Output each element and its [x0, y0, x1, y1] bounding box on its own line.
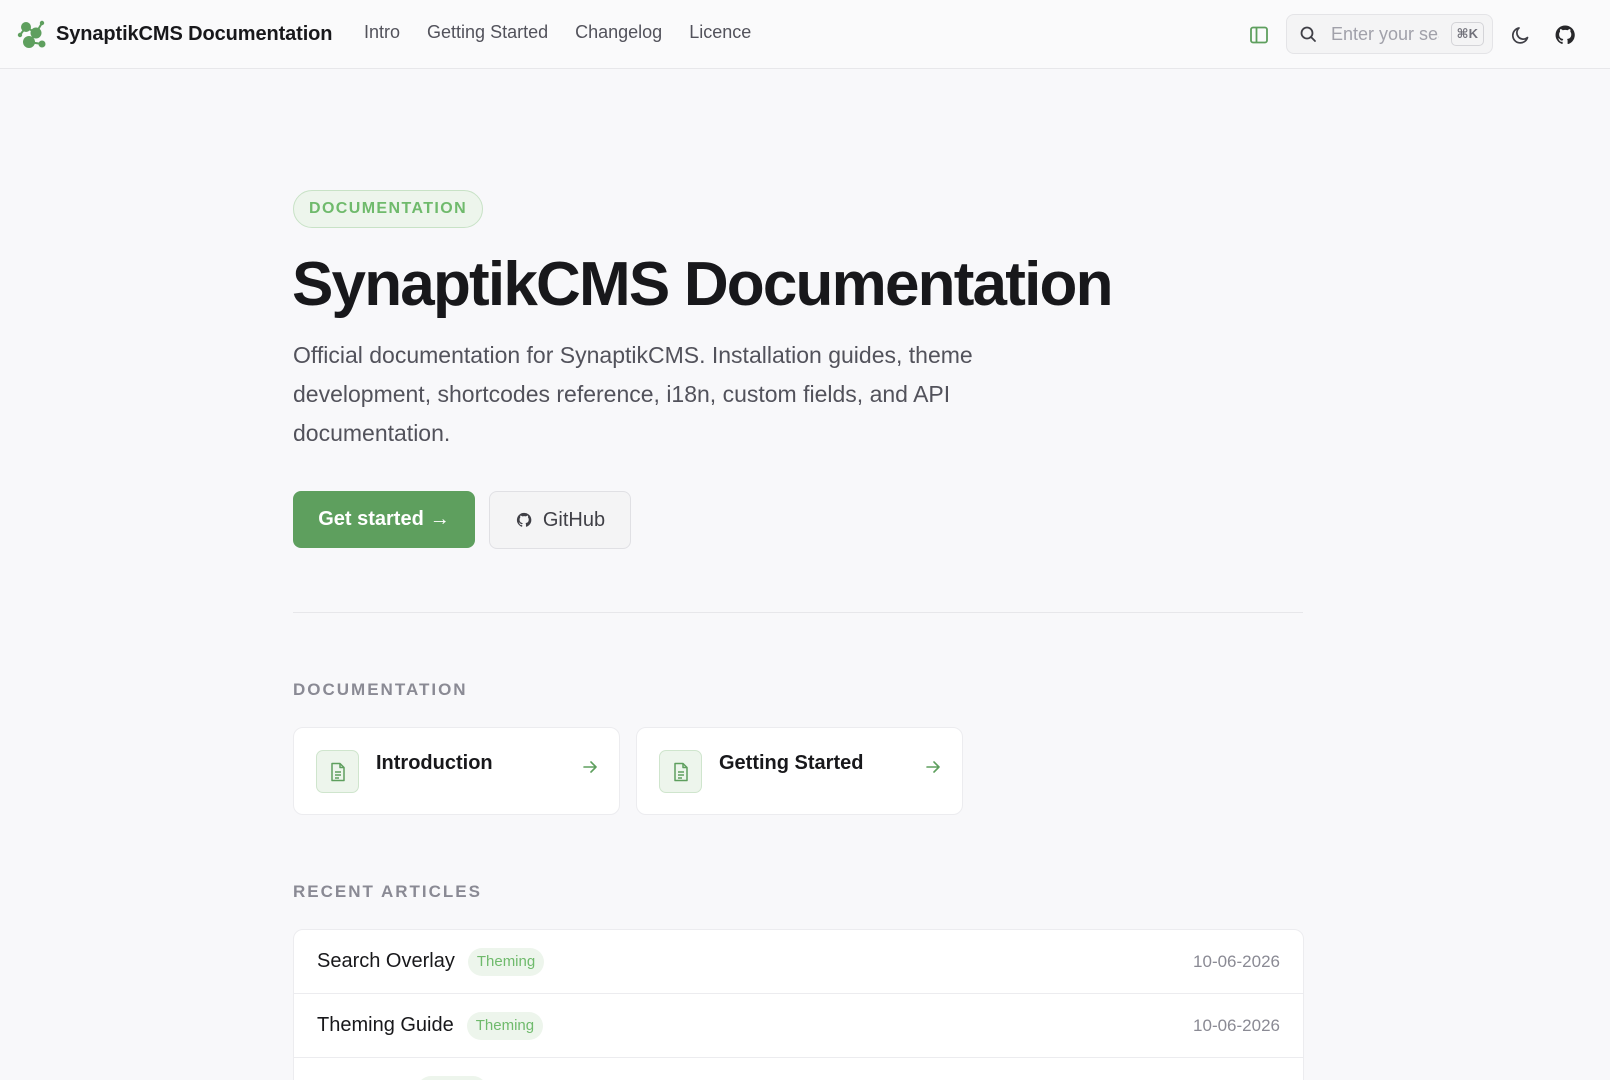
search-icon: [1300, 26, 1316, 42]
nav-licence[interactable]: Licence: [689, 22, 751, 43]
card-title: Introduction: [376, 752, 493, 774]
recent-articles-list: Search Overlay Theming 10-06-2026 Themin…: [293, 929, 1304, 1080]
card-title: Getting Started: [719, 752, 864, 774]
nav-changelog[interactable]: Changelog: [575, 22, 662, 43]
article-title: Theming Guide: [317, 1014, 454, 1036]
main-nav: Intro Getting Started Changelog Licence: [364, 22, 778, 43]
arrow-right-icon: →: [429, 508, 450, 530]
sidebar-toggle-icon[interactable]: [1248, 24, 1270, 46]
doc-card-introduction[interactable]: Introduction: [293, 727, 620, 815]
article-row-partial[interactable]: [294, 1058, 1303, 1080]
github-button[interactable]: GitHub: [489, 491, 631, 549]
brand-name: SynaptikCMS Documentation: [56, 22, 333, 45]
doc-card-getting-started[interactable]: Getting Started: [636, 727, 963, 815]
documentation-badge: DOCUMENTATION: [293, 190, 484, 228]
article-tag: [417, 1075, 487, 1080]
github-icon[interactable]: [1553, 23, 1577, 47]
get-started-button[interactable]: Get started →: [293, 491, 475, 548]
document-icon: [673, 762, 688, 781]
article-title: Search Overlay: [317, 950, 455, 972]
page-description: Official documentation for SynaptikCMS. …: [293, 342, 973, 446]
moon-icon[interactable]: [1510, 24, 1532, 46]
card-icon-box: [659, 750, 702, 793]
section-divider: [293, 612, 1303, 613]
search-input[interactable]: [1331, 23, 1439, 45]
github-icon: [516, 512, 532, 527]
arrow-right-icon: [583, 761, 597, 773]
search-box[interactable]: ⌘K: [1286, 14, 1493, 54]
brand-link[interactable]: SynaptikCMS Documentation: [16, 18, 333, 50]
documentation-section-label: DOCUMENTATION: [293, 680, 468, 699]
synaptik-logo-icon: [17, 20, 46, 48]
article-date: 10-06-2026: [1193, 1015, 1280, 1035]
arrow-right-icon: [926, 761, 940, 773]
page-title: SynaptikCMS Documentation: [292, 250, 1113, 319]
card-icon-box: [316, 750, 359, 793]
search-shortcut-badge: ⌘K: [1450, 22, 1484, 46]
article-tag: Theming: [466, 1011, 544, 1040]
article-row[interactable]: Search Overlay Theming 10-06-2026: [294, 930, 1303, 994]
article-date: 10-06-2026: [1193, 951, 1280, 971]
nav-intro[interactable]: Intro: [364, 22, 400, 43]
nav-getting-started[interactable]: Getting Started: [427, 22, 548, 43]
article-tag: Theming: [467, 947, 545, 976]
get-started-label: Get started: [318, 508, 424, 530]
recent-articles-section-label: RECENT ARTICLES: [293, 882, 482, 901]
article-row[interactable]: Theming Guide Theming 10-06-2026: [294, 994, 1303, 1058]
document-icon: [330, 762, 345, 781]
top-header: SynaptikCMS Documentation Intro Getting …: [0, 0, 1610, 69]
github-button-label: GitHub: [542, 508, 606, 531]
